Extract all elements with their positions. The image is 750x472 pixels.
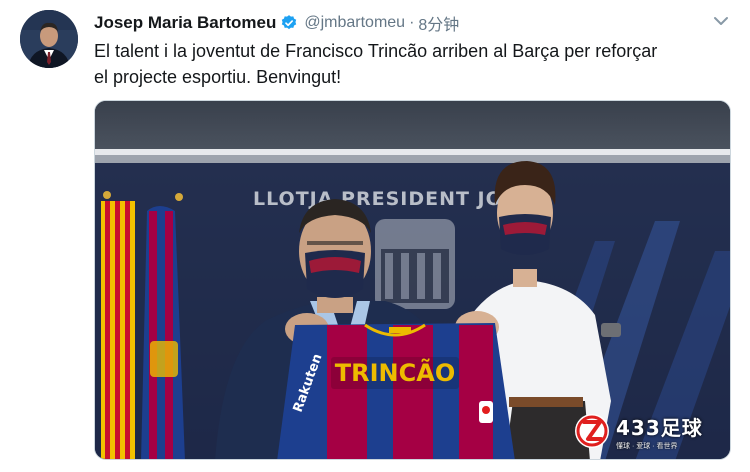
- watermark: 433足球 懂球 · 爱球 · 看世界: [572, 409, 722, 453]
- tweet-text-line: El talent i la joventut de Francisco Tri…: [94, 41, 658, 61]
- tweet-text-line: el projecte esportiu. Benvingut!: [94, 67, 342, 87]
- avatar[interactable]: [20, 10, 78, 68]
- tweet-header: Josep Maria Bartomeu @jmbartomeu · 8分钟: [94, 10, 459, 36]
- tweet-photo[interactable]: LLOTJA PRESIDENT JOSEP TRINCÃO Rakuten 4…: [94, 100, 731, 460]
- chevron-down-icon[interactable]: [710, 10, 732, 32]
- tweet-text: El talent i la joventut de Francisco Tri…: [94, 38, 734, 90]
- watermark-title: 433足球: [616, 415, 703, 440]
- user-handle[interactable]: @jmbartomeu: [304, 14, 405, 32]
- verified-badge-icon: [280, 14, 298, 32]
- tweet-timestamp[interactable]: 8分钟: [418, 11, 459, 35]
- tweet-card: Josep Maria Bartomeu @jmbartomeu · 8分钟 E…: [0, 0, 750, 472]
- jersey: TRINCÃO Rakuten: [277, 323, 515, 459]
- watermark-logo-icon: [572, 411, 612, 451]
- catalan-flag: [101, 191, 135, 459]
- watermark-subtitle: 懂球 · 爱球 · 看世界: [616, 442, 678, 450]
- jersey-name: TRINCÃO: [335, 358, 455, 387]
- display-name[interactable]: Josep Maria Bartomeu: [94, 13, 276, 33]
- separator-dot: ·: [409, 14, 415, 31]
